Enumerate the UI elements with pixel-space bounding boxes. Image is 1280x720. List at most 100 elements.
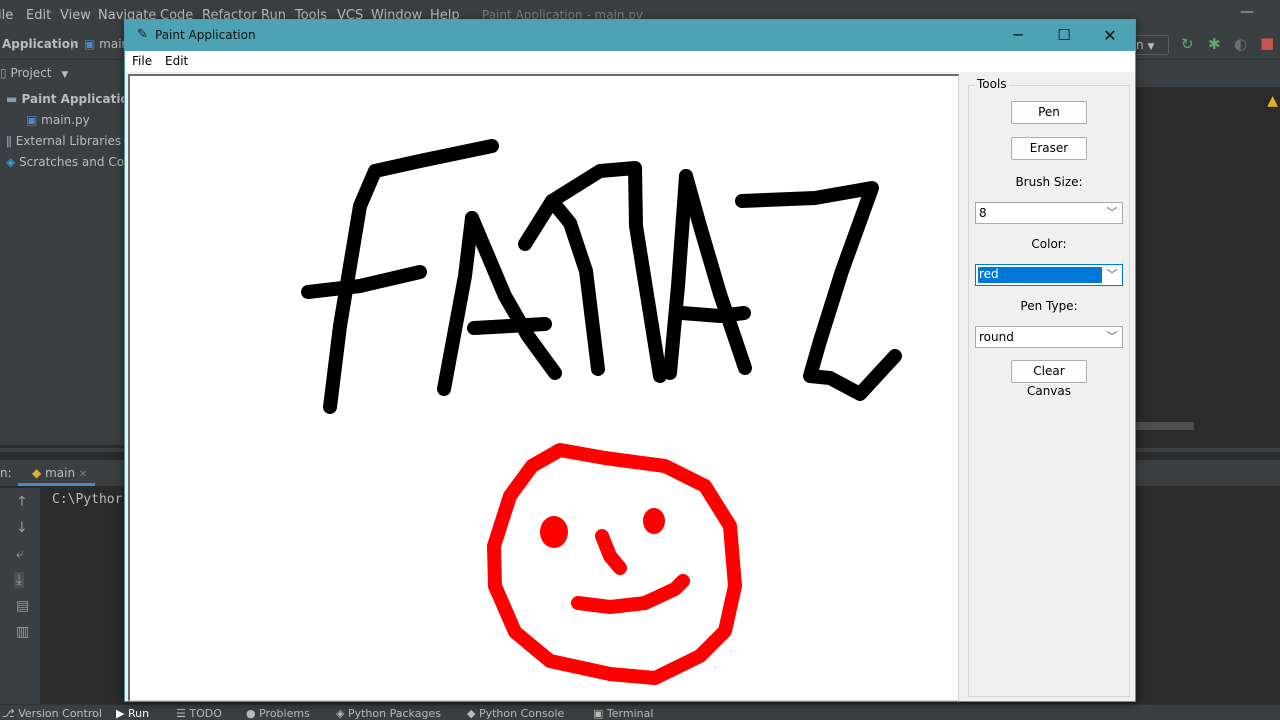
letter-a1-bar — [467, 317, 552, 335]
scroll-down-icon[interactable]: ↓ — [16, 520, 28, 536]
brush-size-label: Brush Size: — [1015, 175, 1083, 189]
tools-group-title: Tools — [975, 77, 1009, 91]
status-run[interactable]: ▶ Run — [116, 707, 149, 720]
status-python-console-label: Python Console — [478, 707, 565, 720]
letter-a2-left — [663, 169, 693, 380]
status-todo-label: TODO — [189, 707, 222, 720]
tree-item-external-libraries-label: External Libraries — [15, 134, 122, 148]
close-icon[interactable]: ✕ — [79, 469, 87, 480]
tree-item-main-py[interactable]: ▣ main.py — [26, 113, 90, 127]
run-tab-main[interactable]: ◆ main ✕ — [18, 462, 96, 486]
smiley-nose — [595, 529, 627, 575]
smiley-mouth — [571, 574, 690, 614]
smiley-right-eye — [643, 508, 665, 534]
status-python-packages-label: Python Packages — [347, 707, 441, 720]
status-todo[interactable]: ☰ TODO — [176, 707, 222, 720]
project-view-icon: ▯ — [0, 66, 7, 80]
scroll-to-end-icon[interactable]: ⤓ — [14, 572, 25, 588]
library-icon: ǁ — [6, 134, 12, 148]
python-icon: ◆ — [32, 466, 42, 480]
pen-button[interactable]: Pen — [1011, 101, 1087, 124]
run-config-dropdown[interactable]: n ▼ — [1133, 35, 1169, 55]
status-terminal-label: Terminal — [606, 707, 654, 720]
editor-horizontal-scrollbar[interactable] — [1134, 422, 1194, 430]
run-panel-label: n: — [0, 466, 12, 480]
chevron-down-icon[interactable]: ﹀ — [1102, 327, 1122, 347]
eraser-button[interactable]: Eraser — [1011, 137, 1087, 160]
color-label: Color: — [1031, 237, 1067, 251]
smiley-face — [487, 443, 742, 685]
menu-edit[interactable]: Edit — [165, 54, 188, 68]
ide-menu-view[interactable]: View — [60, 8, 91, 23]
status-python-packages[interactable]: ◈ Python Packages — [336, 707, 441, 720]
letter-a1-right — [465, 211, 562, 380]
letter-a1-left — [437, 211, 479, 396]
ide-minimize-icon[interactable]: — — [1240, 4, 1254, 20]
tree-item-main-py-label: main.py — [41, 113, 90, 127]
handwritten-text-faraz — [301, 139, 902, 414]
run-icon: ▶ — [116, 707, 125, 720]
layers-icon: ◈ — [336, 707, 345, 720]
status-version-control-label: Version Control — [18, 707, 102, 720]
color-value: red — [978, 267, 1102, 283]
window-titlebar[interactable]: ✎ Paint Application ─ ☐ ✕ — [125, 20, 1135, 51]
chevron-down-icon[interactable]: ﹀ — [1102, 265, 1122, 285]
status-problems-label: Problems — [259, 707, 310, 720]
status-python-console[interactable]: ◆ Python Console — [467, 707, 564, 720]
maximize-button[interactable]: ☐ — [1041, 20, 1087, 51]
project-panel-title: Project — [10, 66, 52, 80]
python-file-icon: ▣ — [84, 37, 96, 51]
stop-icon[interactable]: ■ — [1260, 34, 1274, 52]
window-title: Paint Application — [155, 28, 256, 42]
chevron-down-icon: ▼ — [1147, 42, 1155, 52]
pen-type-value: round — [979, 330, 1014, 344]
rerun-icon[interactable]: ↻ — [1181, 35, 1194, 53]
breadcrumb-file[interactable]: ▣ main — [84, 37, 129, 51]
letter-r-bowl — [545, 161, 667, 383]
chevron-down-icon[interactable]: ﹀ — [1102, 203, 1122, 223]
minimize-button[interactable]: ─ — [995, 20, 1041, 51]
status-problems[interactable]: ● Problems — [246, 707, 310, 720]
brush-size-value: 8 — [979, 206, 987, 220]
drawing-canvas[interactable] — [128, 74, 959, 701]
version-control-icon: ⎇ — [2, 707, 15, 720]
tree-item-scratches-label: Scratches and Cor — [19, 155, 129, 169]
print-icon[interactable]: ▤ — [16, 598, 29, 614]
letter-z — [735, 181, 902, 401]
list-icon: ☰ — [176, 707, 186, 720]
menu-file[interactable]: File — [132, 54, 152, 68]
smiley-left-eye — [540, 516, 568, 548]
ide-menu-file[interactable]: ile — [0, 8, 13, 23]
scroll-up-icon[interactable]: ↑ — [16, 494, 28, 510]
tree-item-scratches[interactable]: ◈ Scratches and Cor — [6, 155, 129, 169]
soft-wrap-icon[interactable]: ⤶ — [16, 546, 24, 562]
warning-icon[interactable]: ▲ — [1267, 93, 1278, 109]
problems-icon: ● — [246, 707, 256, 720]
breadcrumb-project[interactable]: Application — [2, 37, 79, 51]
ide-menu-edit[interactable]: Edit — [26, 8, 51, 23]
tree-item-project-label: Paint Application — [21, 92, 138, 106]
pen-type-select[interactable]: round ﹀ — [975, 326, 1123, 348]
run-config-label: n — [1136, 38, 1144, 52]
editor-tab-strip — [1134, 60, 1280, 87]
terminal-icon: ▣ — [593, 707, 604, 720]
color-select[interactable]: red ﹀ — [975, 264, 1123, 286]
trash-icon[interactable]: ▥ — [16, 624, 29, 640]
debug-icon[interactable]: ✱ — [1208, 35, 1221, 53]
run-toolstrip: ↑ ↓ ⤶ ⤓ ▤ ▥ — [0, 488, 40, 708]
close-button[interactable]: ✕ — [1087, 20, 1133, 51]
project-panel-header[interactable]: ▯ Project ▼ — [0, 66, 68, 80]
tree-item-external-libraries[interactable]: ǁ External Libraries — [6, 134, 121, 148]
scratches-icon: ◈ — [6, 155, 16, 169]
brush-size-select[interactable]: 8 ﹀ — [975, 202, 1123, 224]
status-version-control[interactable]: ⎇ Version Control — [2, 707, 102, 720]
tree-item-project[interactable]: ▬ Paint Application — [6, 92, 137, 106]
console-output: C:\Pythor — [52, 492, 123, 507]
status-run-label: Run — [127, 707, 150, 720]
clear-canvas-button[interactable]: Clear Canvas — [1011, 360, 1087, 398]
app-menubar: File Edit — [125, 51, 1135, 72]
status-terminal[interactable]: ▣ Terminal — [593, 707, 653, 720]
coverage-icon[interactable]: ◐ — [1234, 35, 1247, 53]
feather-icon: ✎ — [137, 27, 148, 42]
breadcrumb-separator-icon: 〉 — [70, 38, 83, 52]
